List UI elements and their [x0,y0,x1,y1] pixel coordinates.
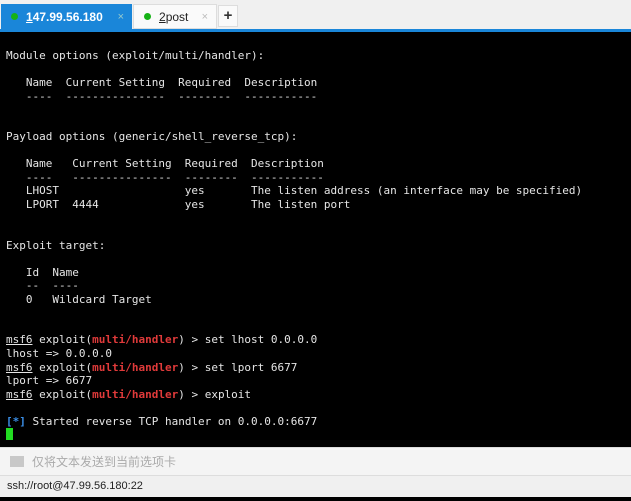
line-text: -- ---- [6,279,79,293]
line-text: LHOST yes The listen address (an interfa… [6,184,583,198]
terminal-line: ​ [6,306,582,320]
terminal[interactable]: Module options (exploit/multi/handler):​… [0,35,631,447]
terminal-line: ---- --------------- -------- ----------… [6,171,582,185]
module-name: multi/handler [92,333,179,347]
tab-label: post [165,9,189,24]
terminal-line: ---- --------------- -------- ----------… [6,90,582,104]
send-input-placeholder: 仅将文本发送到当前选项卡 [32,455,177,469]
terminal-line: Payload options (generic/shell_reverse_t… [6,130,582,144]
send-to-tab-bar[interactable]: 仅将文本发送到当前选项卡 [0,447,631,475]
prompt-label: msf6 [6,333,33,347]
line-text: ) > exploit [178,387,252,401]
line-text: exploit( [32,333,93,347]
terminal-line: [*] Started reverse TCP handler on 0.0.0… [6,415,582,429]
cursor [6,428,13,441]
terminal-output: Module options (exploit/multi/handler):​… [6,49,582,442]
line-text: ) > set lhost 0.0.0.0 [178,333,318,347]
terminal-line: ​ [6,252,582,266]
line-text: LPORT 4444 yes The listen port [6,198,351,212]
terminal-line: lhost => 0.0.0.0 [6,347,582,361]
terminal-line: ​ [6,401,582,415]
terminal-line: 0 Wildcard Target [6,293,582,307]
terminal-line: Exploit target: [6,239,582,253]
terminal-line: msf6 exploit(multi/handler) > set lhost … [6,333,582,347]
terminal-line: ​ [6,103,582,117]
new-tab-button[interactable]: + [218,5,238,27]
line-text: 0 Wildcard Target [6,292,152,306]
tab-session-2[interactable]: 2 post × [133,4,217,29]
line-text: exploit( [32,360,93,374]
line-text: Module options (exploit/multi/handler): [6,49,265,62]
close-icon[interactable]: × [118,11,124,23]
line-text: [*] [6,414,26,428]
terminal-line: -- ---- [6,279,582,293]
close-icon[interactable]: × [202,11,208,23]
terminal-line: ​ [6,320,582,334]
line-text: Exploit target: [6,238,106,252]
terminal-line: lport => 6677 [6,374,582,388]
tab-number: 2 [159,9,166,24]
terminal-line: LPORT 4444 yes The listen port [6,198,582,212]
terminal-line: ​ [6,225,582,239]
terminal-line: Id Name [6,266,582,280]
line-text: ) > set lport 6677 [178,360,298,374]
terminal-line: Module options (exploit/multi/handler): [6,49,582,63]
line-text: ---- --------------- -------- ----------… [6,89,318,103]
terminal-line: msf6 exploit(multi/handler) > exploit [6,388,582,402]
module-name: multi/handler [92,387,179,401]
tab-bar: 1 47.99.56.180 × 2 post × + [0,0,631,32]
terminal-line: msf6 exploit(multi/handler) > set lport … [6,361,582,375]
status-bar: ssh://root@47.99.56.180:22 [0,475,631,497]
tab-label: 47.99.56.180 [32,9,103,24]
line-text: ---- --------------- -------- ----------… [6,170,324,184]
tab-session-1[interactable]: 1 47.99.56.180 × [1,4,132,29]
status-dot-icon [144,13,151,20]
terminal-line: ​ [6,117,582,131]
tab-number: 1 [26,9,33,24]
line-text: exploit( [32,387,93,401]
prompt-label: msf6 [6,360,33,374]
terminal-line: ​ [6,144,582,158]
line-text: Payload options (generic/shell_reverse_t… [6,130,298,144]
line-text: Started reverse TCP handler on 0.0.0.0:6… [25,414,318,428]
line-text: Name Current Setting Required Descriptio… [6,157,324,171]
line-text: Id Name [6,265,79,279]
terminal-line: LHOST yes The listen address (an interfa… [6,184,582,198]
terminal-line: Name Current Setting Required Descriptio… [6,157,582,171]
line-text: lport => 6677 [6,374,93,388]
module-name: multi/handler [92,360,179,374]
line-text: Name Current Setting Required Descriptio… [6,76,318,90]
terminal-line: Name Current Setting Required Descriptio… [6,76,582,90]
status-dot-icon [11,13,18,20]
prompt-label: msf6 [6,387,33,401]
terminal-line: ​ [6,63,582,77]
terminal-icon [10,456,24,467]
line-text: lhost => 0.0.0.0 [6,347,112,361]
terminal-line: ​ [6,212,582,226]
